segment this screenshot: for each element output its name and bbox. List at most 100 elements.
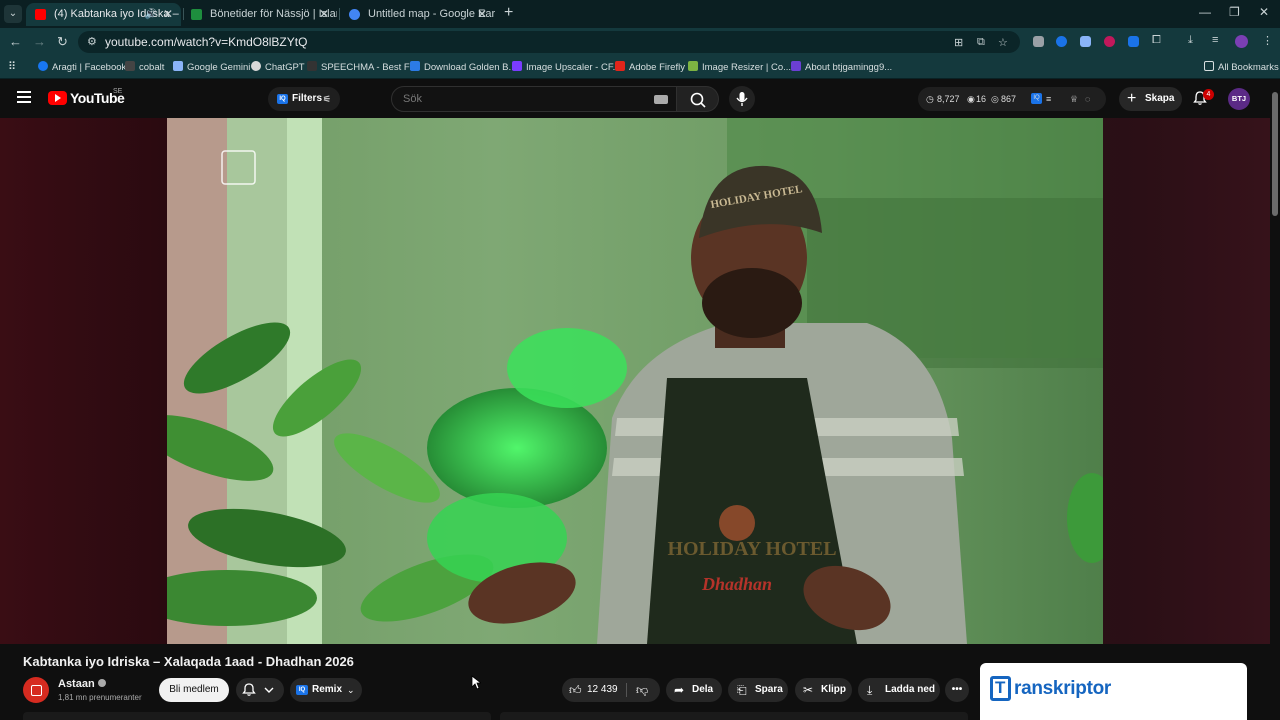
page-scrollbar[interactable] [1270, 80, 1280, 720]
bookmark-item[interactable]: cobalt [125, 61, 164, 73]
channel-avatar[interactable] [23, 677, 49, 703]
chat-icon: ◌ [1085, 94, 1091, 104]
stat-seen: 867 [1001, 94, 1017, 104]
youtube-logo-icon[interactable] [48, 91, 67, 105]
tab-youtube[interactable]: (4) Kabtanka iyo Idriska – X 🔊 ✕ [26, 3, 181, 26]
new-tab-icon[interactable]: + [504, 4, 513, 22]
filters-button[interactable]: IQ Filters ⚟ [268, 87, 340, 111]
install-app-icon[interactable]: ⧉ [977, 36, 985, 49]
tab-google-earth[interactable]: Untitled map - Google Earth ✕ [340, 3, 495, 26]
channel-name-row[interactable]: Astaan [58, 678, 106, 690]
below-panel-left [23, 712, 491, 720]
reading-list-icon[interactable]: ≡ [1212, 34, 1218, 46]
bookmark-label: SPEECHMA - Best Fr... [321, 62, 421, 73]
extension-stats-pill[interactable]: ◷ 8,727 ◉ 16 ◎ 867 IQ ≡ ♕ ◌ [918, 87, 1106, 111]
share-arrow-icon: ➦ [674, 683, 685, 697]
browser-tab-bar: ⌄ (4) Kabtanka iyo Idriska – X 🔊 ✕ Bönet… [0, 0, 1280, 28]
video-player[interactable]: HOLIDAY HOTEL Dhadhan HOLIDAY HOTEL [167, 118, 1103, 644]
address-bar[interactable]: ⚙ youtube.com/watch?v=KmdO8lBZYtQ ⊞ ⧉ ☆ [78, 31, 1020, 53]
transkriptor-widget[interactable]: T ranskriptor [980, 663, 1247, 720]
tab-search-chevron-icon[interactable]: ⌄ [4, 5, 22, 23]
folder-icon [1204, 61, 1214, 71]
region-code: SE [113, 88, 123, 95]
save-label: Spara [755, 684, 783, 695]
bookmark-label: Image Resizer | Co... [702, 62, 792, 73]
close-tab-icon[interactable]: ✕ [163, 3, 173, 26]
translate-icon[interactable]: ⊞ [954, 36, 963, 49]
bookmark-star-icon[interactable]: ☆ [998, 36, 1008, 49]
bookmark-item[interactable]: Image Resizer | Co... [688, 61, 791, 73]
iq-icon: IQ [277, 94, 288, 104]
bookmark-item[interactable]: About btjgamingg9... [791, 61, 892, 73]
clip-button[interactable]: ✂ Klipp [795, 678, 852, 702]
extension-icon[interactable] [1128, 36, 1139, 47]
close-window-icon[interactable]: ✕ [1259, 5, 1269, 19]
remix-button[interactable]: IQ Remix ⌄ [290, 678, 362, 702]
bookmark-item[interactable]: Download Golden B... [410, 61, 516, 73]
extension-icon[interactable] [1056, 36, 1067, 47]
all-bookmarks[interactable]: All Bookmarks [1204, 61, 1279, 73]
menu-icon[interactable] [17, 91, 31, 103]
thumbs-down-icon[interactable]: 👎︎ [636, 678, 648, 702]
verified-icon [97, 679, 106, 687]
bookmark-item[interactable]: Google Gemini [173, 61, 250, 73]
search-input[interactable]: Sök [391, 86, 677, 112]
downloads-icon[interactable]: ⤓ [1188, 34, 1193, 47]
voice-search-button[interactable] [729, 86, 755, 112]
thumbs-up-icon[interactable]: 👍︎ [569, 678, 582, 702]
bookmark-item[interactable]: Adobe Firefly [615, 61, 685, 73]
browser-menu-icon[interactable]: ⋮ [1262, 34, 1273, 47]
back-icon[interactable]: ← [9, 34, 22, 49]
download-label: Ladda ned [885, 684, 936, 695]
save-button[interactable]: ⎗ Spara [728, 678, 788, 702]
minimize-icon[interactable]: — [1199, 5, 1211, 19]
gemini-icon [173, 61, 183, 71]
site-info-icon[interactable]: ⚙ [87, 35, 97, 48]
upscaler-icon [512, 61, 522, 71]
bookmark-item[interactable]: Aragti | Facebook [38, 61, 126, 73]
scrollbar-thumb[interactable] [1272, 92, 1278, 216]
bookmark-item[interactable]: Image Upscaler - CF... [512, 61, 621, 73]
notification-badge: 4 [1203, 89, 1214, 100]
extension-icon[interactable] [1104, 36, 1115, 47]
profile-avatar[interactable] [1235, 35, 1248, 48]
keyboard-icon[interactable] [654, 95, 668, 104]
filters-label: Filters [292, 93, 323, 104]
tab-islam-nu[interactable]: Bönetider för Nässjö | Islam.nu ✕ [182, 3, 337, 26]
speaker-icon[interactable]: 🔊 [145, 3, 157, 26]
filter-sliders-icon: ⚟ [322, 94, 331, 104]
eye-icon: ◎ [991, 94, 999, 104]
list-icon: ≡ [1046, 94, 1052, 104]
transkriptor-initial: T [995, 678, 1006, 697]
mouse-cursor-icon [471, 675, 481, 690]
share-label: Dela [692, 684, 714, 695]
close-tab-icon[interactable]: ✕ [319, 3, 329, 26]
join-button[interactable]: Bli medlem [159, 678, 229, 702]
account-avatar[interactable]: BTJ [1228, 88, 1250, 110]
extensions-puzzle-icon[interactable]: ⧠ [1152, 34, 1161, 47]
extension-icon[interactable] [1080, 36, 1091, 47]
bookmark-item[interactable]: SPEECHMA - Best Fr... [307, 61, 420, 73]
restore-icon[interactable]: ❐ [1229, 5, 1240, 19]
more-actions-button[interactable]: ••• [945, 678, 969, 702]
bell-chevron-icon [242, 683, 274, 696]
subscription-notifications-button[interactable] [236, 678, 284, 702]
bookmark-icon: ⎗ [737, 683, 747, 697]
like-dislike-group[interactable]: 👍︎ 12 439 👎︎ [562, 678, 660, 702]
forward-icon[interactable]: → [33, 34, 46, 49]
bookmark-label: About btjgamingg9... [805, 62, 893, 73]
apps-grid-icon[interactable]: ⠿ [8, 60, 16, 73]
create-label: Skapa [1145, 93, 1175, 104]
bookmark-item[interactable]: ChatGPT [251, 61, 305, 73]
channel-name[interactable]: Astaan [58, 678, 95, 690]
reload-icon[interactable]: ↻ [57, 34, 68, 50]
below-panel-right [500, 712, 968, 720]
download-button[interactable]: ⤓ Ladda ned [858, 678, 940, 702]
create-button[interactable]: + Skapa [1119, 87, 1182, 111]
share-button[interactable]: ➦ Dela [666, 678, 722, 702]
transkriptor-brand: ranskriptor [1014, 678, 1112, 699]
extension-icon[interactable] [1033, 36, 1044, 47]
bookmarks-bar: ⠿ Aragti | Facebook cobalt Google Gemini… [0, 55, 1280, 79]
close-tab-icon[interactable]: ✕ [477, 3, 487, 26]
search-button[interactable] [677, 86, 719, 112]
